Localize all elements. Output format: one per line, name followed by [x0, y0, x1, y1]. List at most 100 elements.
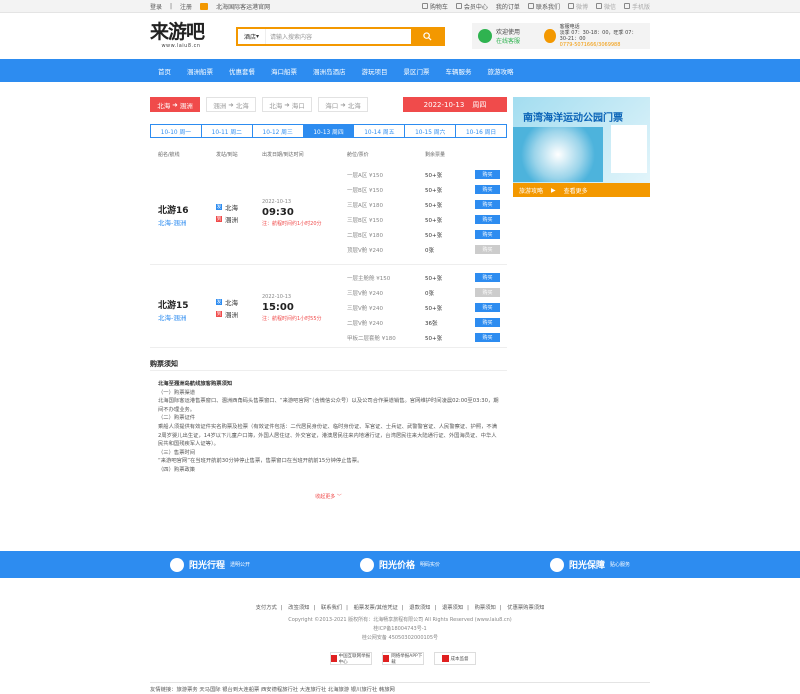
- nav-item[interactable]: 涠洲岛酒店: [305, 59, 354, 82]
- from-port: 北海: [225, 299, 238, 307]
- nav-item[interactable]: 车辆服务: [438, 59, 480, 82]
- nav-item[interactable]: 景区门票: [396, 59, 438, 82]
- trust-badge[interactable]: 中国互联网举报中心: [330, 652, 372, 665]
- nav-item[interactable]: 海口船票: [263, 59, 305, 82]
- buy-button[interactable]: 购买: [475, 185, 500, 194]
- buy-button[interactable]: 购买: [475, 333, 500, 342]
- search-input[interactable]: 请输入搜索内容: [266, 29, 411, 44]
- ship-ports: 发北海 到涠洲: [216, 296, 238, 320]
- depart-date: 2022-10-13: [262, 294, 292, 300]
- to-flag: 到: [216, 216, 222, 222]
- buy-button[interactable]: 购买: [475, 200, 500, 209]
- route-tab[interactable]: 海口 ➜ 北海: [318, 97, 368, 112]
- gift-icon: [200, 2, 209, 10]
- trust-badge[interactable]: 网络举报APP下载: [382, 652, 424, 665]
- ship-ports: 发北海 到涠洲: [216, 201, 238, 225]
- footer-link[interactable]: 退款须知: [409, 605, 430, 611]
- footer-link[interactable]: 购票须知: [475, 605, 496, 611]
- ad-image: [513, 127, 603, 182]
- selected-date: 2022-10-13: [423, 100, 465, 109]
- pledge-bar: 阳光行程 透明公开 阳光价格 明码实价 阳光保障 贴心服务: [0, 551, 800, 578]
- nav-item[interactable]: 游玩项目: [354, 59, 396, 82]
- footer-link[interactable]: 联系我们: [321, 605, 342, 611]
- search-icon: [422, 31, 432, 41]
- ship-departure: 2022-10-13 15:00 注：航程时间约1小时55分: [262, 294, 322, 322]
- notice-body: 北海至涠洲岛航线旅客购票须知 （一）购票渠道 北海国际客运港售票窗口、涠洲西角码…: [150, 371, 507, 475]
- col-remain: 剩余票量: [425, 152, 446, 158]
- ship-route[interactable]: 北海-涠洲: [158, 312, 186, 322]
- duration-note: 注：航程时间约1小时55分: [262, 316, 322, 322]
- date-picker[interactable]: 2022-10-13 周四: [403, 97, 507, 112]
- footer-link[interactable]: 退票须知: [442, 605, 463, 611]
- friend-links[interactable]: 友情链接：旅游票务 天马国际 银台到大连船票 西安德程旅行社 大连旅行社 北海旅…: [150, 682, 650, 693]
- header: 来游吧 www.laiu8.cn 酒店 ▾ 请输入搜索内容 欢迎使用 在线客服 客服…: [0, 13, 800, 59]
- site-logo[interactable]: 来游吧 www.laiu8.cn: [150, 21, 212, 51]
- search-category-select[interactable]: 酒店 ▾: [238, 28, 266, 44]
- wechat-link[interactable]: 微信: [595, 2, 616, 11]
- day-tab[interactable]: 10-11 周二: [202, 125, 253, 137]
- icp-number[interactable]: 桂ICP备18004743号-1: [0, 625, 800, 632]
- from-flag: 发: [216, 204, 222, 210]
- seat-row: 三层V舱 ¥240 50+张 购买: [347, 300, 507, 315]
- wechat-icon: [595, 3, 602, 9]
- register-link[interactable]: 注册: [180, 2, 192, 11]
- footer-link[interactable]: 船票发票/其他凭证: [354, 605, 398, 611]
- ship-name: 北游16: [158, 206, 189, 216]
- buy-button[interactable]: 购买: [475, 288, 500, 297]
- buy-button[interactable]: 购买: [475, 245, 500, 254]
- col-ports: 发站/到站: [216, 152, 238, 158]
- trust-badge[interactable]: 成本监督: [434, 652, 476, 665]
- day-tab[interactable]: 10-13 周四: [303, 125, 355, 137]
- notice-line: （一）购票渠道: [158, 389, 196, 396]
- login-link[interactable]: 登录: [150, 2, 162, 11]
- route-tab[interactable]: 北海 ➜ 海口: [262, 97, 312, 112]
- nav-item[interactable]: 首页: [150, 59, 179, 82]
- police-record[interactable]: 桂公网安备 45050302000105号: [0, 634, 800, 641]
- seat-row: 二层V舱 ¥240 36张 购买: [347, 315, 507, 330]
- ad-more-link[interactable]: 查看更多: [564, 186, 588, 195]
- pledge-item: 阳光行程 透明公开: [169, 557, 250, 572]
- footer-link[interactable]: 支付方式: [256, 605, 277, 611]
- buy-button[interactable]: 购买: [475, 215, 500, 224]
- ad-banner[interactable]: 南湾海洋运动公园门票 旅游攻略 ▶ 查看更多: [513, 97, 650, 197]
- mobile-link[interactable]: 手机版: [623, 2, 650, 11]
- toggle-more-link[interactable]: 收起更多 ﹀: [150, 493, 507, 500]
- day-tab[interactable]: 10-15 周六: [405, 125, 457, 137]
- buy-button[interactable]: 购买: [475, 170, 500, 179]
- footer-link[interactable]: 改签须知: [288, 605, 309, 611]
- buy-button[interactable]: 购买: [475, 230, 500, 239]
- depart-time: 09:30: [262, 207, 294, 218]
- seat-list: 一层A区 ¥150 50+张 购买 一层B区 ¥150 50+张 购买 三层A区 ¥18…: [347, 167, 507, 257]
- footer-links: 支付方式 | 改签须知 | 联系我们 | 船票发票/其他凭证 | 退款须知 | 退票须知 |…: [255, 605, 545, 611]
- day-tab[interactable]: 10-12 周三: [253, 125, 304, 137]
- online-service[interactable]: 欢迎使用 在线客服: [478, 27, 544, 45]
- ship-route[interactable]: 北海-涠洲: [158, 217, 186, 227]
- badge-icon: [383, 655, 390, 662]
- ship-row: 北游15 北海-涠洲 发北海 到涠洲 2022-10-13 15:00 注：航程…: [150, 268, 507, 348]
- day-tab[interactable]: 10-16 周日: [456, 125, 506, 137]
- svc-phone-hours: 淡季 07：30-18：00，旺季 07：30-21：00: [559, 30, 637, 42]
- weibo-link[interactable]: 微博: [567, 2, 588, 11]
- cart-link[interactable]: 购物车: [421, 2, 448, 11]
- orders-link[interactable]: 我的订单: [496, 2, 520, 11]
- weibo-icon: [567, 3, 574, 9]
- svc-phone-number: 0779-5071666/3069988: [559, 42, 621, 48]
- buy-button[interactable]: 购买: [475, 273, 500, 282]
- route-tab[interactable]: 北海 ➜ 涠洲: [150, 97, 200, 112]
- nav-item[interactable]: 涠洲船票: [179, 59, 221, 82]
- nav-item[interactable]: 优惠套餐: [221, 59, 263, 82]
- feedback-link[interactable]: 联系我们: [527, 2, 560, 11]
- day-tab[interactable]: 10-14 周五: [354, 125, 406, 137]
- ad-bar: 旅游攻略 ▶ 查看更多: [513, 183, 650, 197]
- search-button[interactable]: [411, 28, 443, 44]
- footer-link[interactable]: 优惠票购票须知: [507, 605, 544, 611]
- buy-button[interactable]: 购买: [475, 303, 500, 312]
- logo-url: www.laiu8.cn: [161, 43, 201, 49]
- route-tab[interactable]: 涠洲 ➜ 北海: [206, 97, 256, 112]
- day-tab[interactable]: 10-10 周一: [151, 125, 202, 137]
- service-box: 欢迎使用 在线客服 客服电话 淡季 07：30-18：00，旺季 07：30-21：…: [472, 23, 650, 49]
- member-link[interactable]: 会员中心: [455, 2, 488, 11]
- nav-item[interactable]: 旅游攻略: [480, 59, 522, 82]
- buy-button[interactable]: 购买: [475, 318, 500, 327]
- from-port: 北海: [225, 204, 238, 212]
